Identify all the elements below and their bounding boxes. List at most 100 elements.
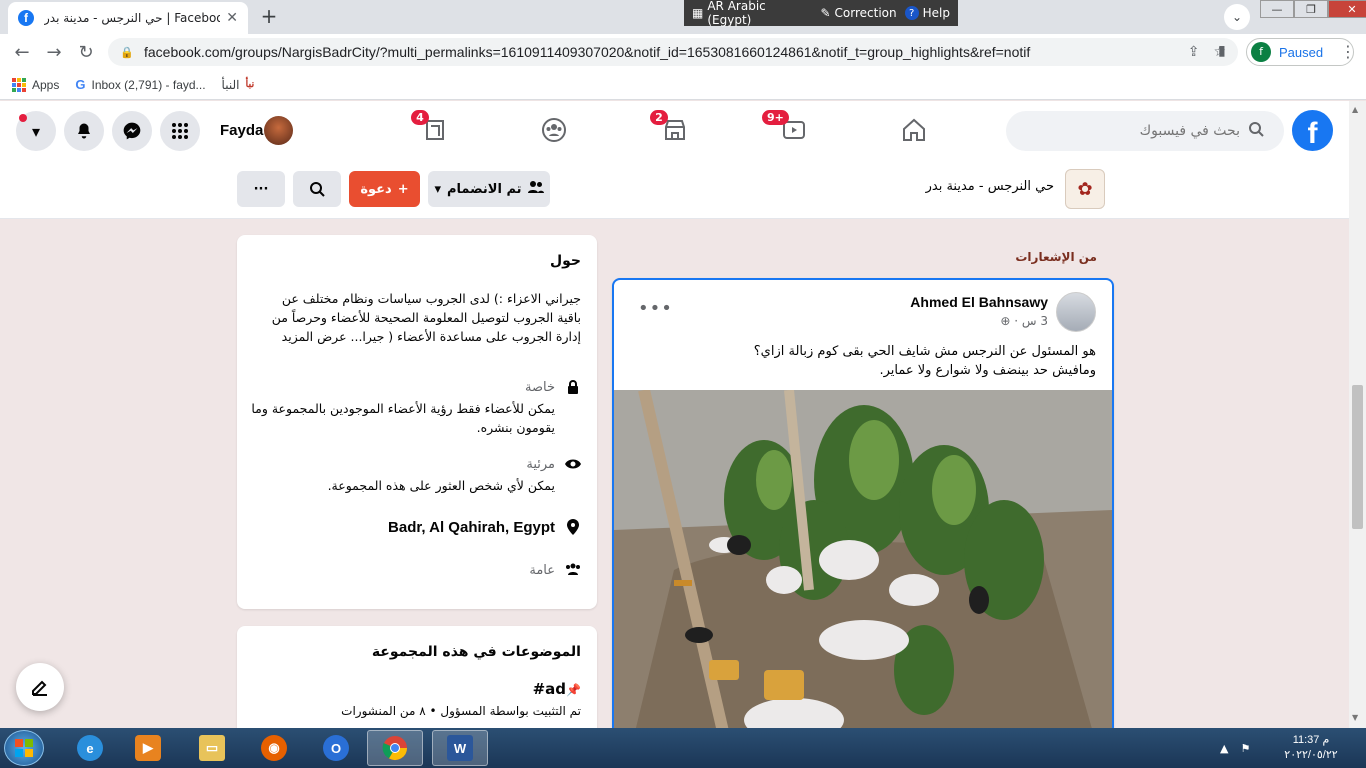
restore-icon[interactable]: ❐ bbox=[1294, 0, 1328, 18]
profile-avatar[interactable] bbox=[264, 116, 293, 145]
post-time[interactable]: 3 س · ⊕ bbox=[1000, 314, 1048, 328]
joined-button[interactable]: ▾ تم الانضمام bbox=[428, 171, 550, 207]
tray-expand-icon[interactable]: ▲ bbox=[1220, 742, 1228, 755]
windows-taskbar: e ▶ ▭ ◉ O W bbox=[0, 728, 1366, 768]
bookmark-inbox[interactable]: G Inbox (2,791) - fayd... bbox=[75, 77, 205, 92]
clock-date: ٢٠٢٢/٠٥/٢٢ bbox=[1284, 749, 1338, 761]
forward-arrow-icon[interactable]: → bbox=[38, 42, 70, 63]
globe-icon: ⊕ bbox=[1000, 314, 1011, 328]
group-thumbnail[interactable]: ✿ bbox=[1065, 169, 1105, 209]
correction-button[interactable]: ✎ Correction bbox=[820, 6, 896, 20]
window-controls: — ❐ ✕ bbox=[1260, 0, 1366, 20]
taskbar-ie-icon[interactable]: e bbox=[62, 730, 118, 766]
taskbar-chrome-icon[interactable] bbox=[367, 730, 423, 766]
scroll-up-icon[interactable]: ▲ bbox=[1352, 105, 1358, 114]
bookmarks-bar: Apps G Inbox (2,791) - fayd... النبأ نبأ bbox=[0, 70, 1366, 100]
language-label: AR Arabic (Egypt) bbox=[707, 0, 766, 27]
taskbar-firefox-icon[interactable]: ◉ bbox=[246, 730, 302, 766]
eye-icon bbox=[565, 457, 581, 473]
about-card: حول جيراني الاعزاء :) لدى الجروب سياسات … bbox=[237, 235, 597, 609]
tab-close-icon[interactable]: ✕ bbox=[226, 10, 238, 26]
privacy-row: خاصة يمكن للأعضاء فقط رؤية الأعضاء الموج… bbox=[251, 380, 581, 437]
post-card: Ahmed El Bahnsawy 3 س · ⊕ ••• هو المسئول… bbox=[612, 278, 1114, 736]
page-scrollbar[interactable]: ▲ ▼ bbox=[1349, 101, 1366, 728]
window-close-icon[interactable]: ✕ bbox=[1328, 0, 1366, 18]
post-more-icon[interactable]: ••• bbox=[638, 298, 673, 319]
post-text: هو المسئول عن النرجس مش شايف الحي بقى كو… bbox=[636, 342, 1096, 380]
help-label: Help bbox=[922, 6, 950, 20]
joined-label: تم الانضمام bbox=[446, 181, 522, 197]
tab-search-chevron-down-icon[interactable]: ⌄ bbox=[1224, 4, 1250, 30]
post-author[interactable]: Ahmed El Bahnsawy bbox=[910, 294, 1048, 310]
browser-menu-kebab-icon[interactable]: ⋮ bbox=[1338, 42, 1358, 61]
topic-tag[interactable]: 📌#ad bbox=[533, 680, 581, 698]
bookmark-label: Inbox (2,791) - fayd... bbox=[91, 77, 206, 92]
url-text[interactable]: facebook.com/groups/NargisBadrCity/?mult… bbox=[144, 44, 1174, 60]
facebook-search-box[interactable] bbox=[1006, 111, 1284, 151]
pin-icon: 📌 bbox=[566, 683, 581, 697]
privacy-text: يمكن للأعضاء فقط رؤية الأعضاء الموجودين … bbox=[251, 401, 555, 435]
system-tray: ▲ ⚑ bbox=[1220, 728, 1250, 768]
browser-tab-facebook[interactable]: f حي النرجس - مدينة بدر | Facebook ✕ bbox=[8, 2, 248, 34]
profile-avatar-icon: f bbox=[1251, 42, 1271, 62]
lock-icon[interactable]: 🔒 bbox=[120, 46, 134, 59]
taskbar-word-icon[interactable]: W bbox=[432, 730, 488, 766]
scrollbar-thumb[interactable] bbox=[1352, 385, 1363, 529]
taskbar-opera-icon[interactable]: O bbox=[308, 730, 364, 766]
share-icon[interactable]: ⇪ bbox=[1188, 44, 1200, 60]
post-author-avatar[interactable] bbox=[1056, 292, 1096, 332]
google-icon: G bbox=[75, 77, 86, 92]
groups-nav-icon[interactable] bbox=[524, 101, 584, 159]
minimize-icon[interactable]: — bbox=[1260, 0, 1294, 18]
group-search-button[interactable] bbox=[293, 171, 341, 207]
facebook-logo-icon[interactable]: f bbox=[1292, 110, 1333, 151]
invite-button[interactable]: دعوة + bbox=[349, 171, 420, 207]
start-button-windows-icon[interactable] bbox=[4, 730, 44, 766]
bookmark-nabaa[interactable]: النبأ نبأ bbox=[222, 78, 255, 92]
scroll-down-icon[interactable]: ▼ bbox=[1352, 713, 1358, 722]
members-icon bbox=[527, 180, 544, 198]
post-text-line: هو المسئول عن النرجس مش شايف الحي بقى كو… bbox=[753, 344, 1096, 359]
group-more-button[interactable]: ··· bbox=[237, 171, 285, 207]
side-panel-icon[interactable]: ▮ bbox=[1218, 43, 1226, 59]
pages-badge: 4 bbox=[411, 110, 429, 125]
action-center-flag-icon[interactable]: ⚑ bbox=[1240, 742, 1250, 755]
keyboard-icon: ▦ bbox=[692, 6, 704, 20]
help-icon: ? bbox=[904, 6, 919, 20]
pages-nav-icon[interactable] bbox=[405, 101, 465, 159]
profile-name[interactable]: Fayda bbox=[220, 122, 263, 139]
notifications-bell-icon[interactable] bbox=[64, 111, 104, 151]
new-tab-button[interactable]: + bbox=[256, 4, 282, 30]
search-input[interactable] bbox=[1020, 123, 1240, 139]
group-title[interactable]: حي النرجس - مدينة بدر bbox=[880, 179, 1054, 194]
post-time-text: 3 س · bbox=[1014, 314, 1048, 328]
language-bar: ▦ AR Arabic (Egypt) ✎ Correction ? Help bbox=[684, 0, 958, 27]
chevron-down-icon: ▾ bbox=[434, 181, 441, 197]
bookmark-label: Apps bbox=[32, 77, 60, 92]
group-header-bar bbox=[0, 159, 1366, 219]
lock-icon bbox=[565, 380, 581, 398]
messenger-icon[interactable] bbox=[112, 111, 152, 151]
reload-icon[interactable]: ↻ bbox=[70, 42, 102, 63]
bookmark-apps[interactable]: Apps bbox=[12, 77, 60, 92]
taskbar-media-player-icon[interactable]: ▶ bbox=[120, 730, 176, 766]
location-pin-icon bbox=[565, 519, 581, 539]
help-button[interactable]: ? Help bbox=[904, 6, 950, 20]
keyboard-layout-button[interactable]: ▦ AR Arabic (Egypt) bbox=[692, 0, 812, 27]
new-post-edit-icon[interactable] bbox=[16, 663, 64, 711]
clock-time: 11:37 م bbox=[1292, 734, 1330, 746]
location-text[interactable]: Badr, Al Qahirah, Egypt bbox=[251, 519, 555, 536]
search-icon bbox=[310, 182, 325, 197]
facebook-favicon-icon: f bbox=[18, 10, 34, 26]
taskbar-file-explorer-icon[interactable]: ▭ bbox=[184, 730, 240, 766]
post-photo[interactable] bbox=[614, 390, 1112, 734]
menu-grid-icon[interactable] bbox=[160, 111, 200, 151]
search-icon bbox=[1248, 121, 1264, 141]
taskbar-clock[interactable]: 11:37 م ٢٠٢٢/٠٥/٢٢ bbox=[1278, 733, 1344, 763]
omnibox[interactable]: 🔒 facebook.com/groups/NargisBadrCity/?mu… bbox=[108, 38, 1238, 66]
home-nav-icon[interactable] bbox=[884, 101, 944, 159]
group-type-text: عامة bbox=[529, 563, 555, 578]
back-arrow-icon[interactable]: ← bbox=[6, 42, 38, 63]
invite-label: دعوة bbox=[360, 181, 392, 197]
about-description: جيراني الاعزاء :) لدى الجروب سياسات ونظا… bbox=[271, 291, 581, 344]
